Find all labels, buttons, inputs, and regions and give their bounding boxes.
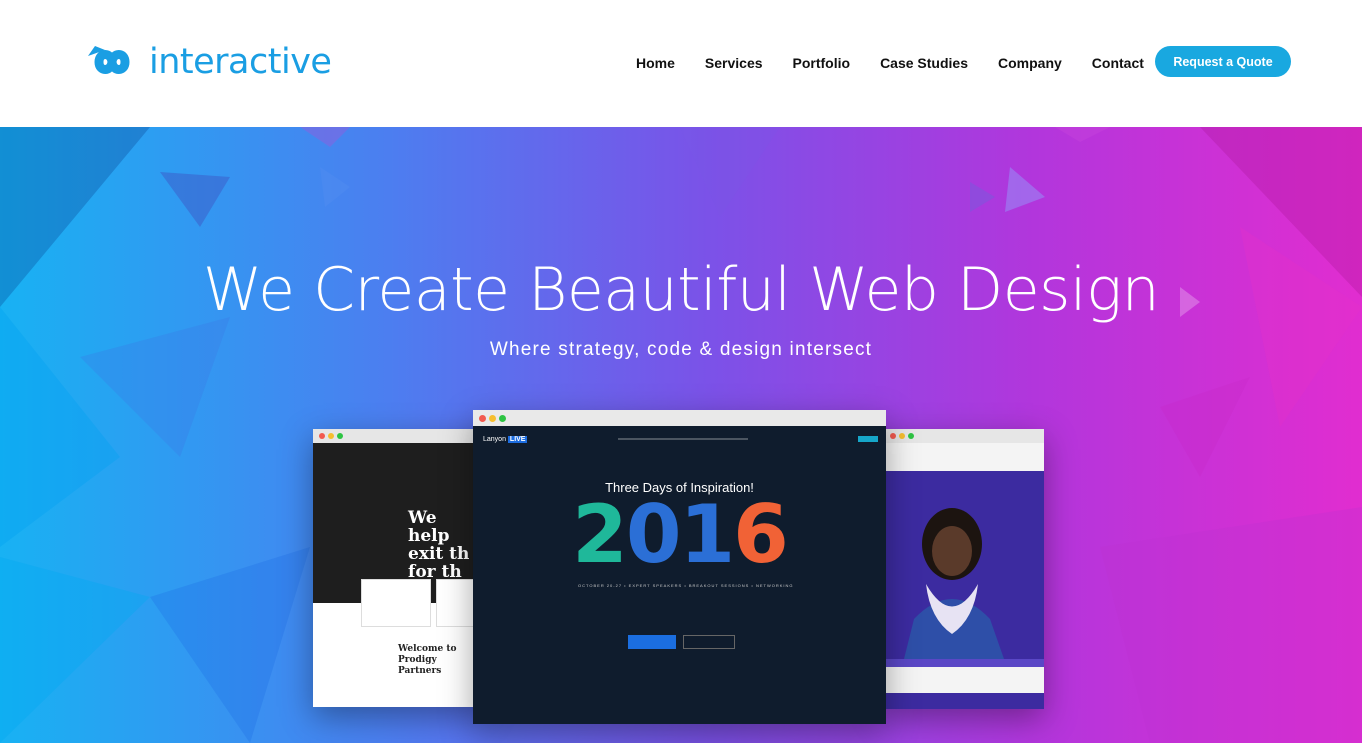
browser-bar	[884, 429, 1044, 443]
mockup-left-welcome: Welcome to Prodigy Partners	[398, 644, 457, 676]
year-digit: 6	[733, 488, 789, 581]
main-nav: Home Services Portfolio Case Studies Com…	[636, 55, 1174, 71]
brand-name: interactive	[149, 42, 332, 82]
browser-bar	[473, 410, 886, 426]
mockup-center-year: 2016	[473, 488, 886, 581]
mockup-right-strip	[884, 659, 1044, 667]
nav-contact[interactable]: Contact	[1092, 55, 1144, 71]
year-digit: 2	[572, 488, 628, 581]
hero-subtitle: Where strategy, code & design intersect	[489, 339, 873, 360]
request-quote-button[interactable]: Request a Quote	[1155, 46, 1291, 77]
mockup-register-button	[628, 635, 676, 649]
mockup-lanyon-live[interactable]: Lanyon LIVE Three Days of Inspiration! 2…	[473, 410, 886, 724]
mockup-center-logo-text: Lanyon	[483, 436, 506, 443]
mockup-card	[361, 579, 431, 627]
site-header: interactive Home Services Portfolio Case…	[0, 0, 1362, 127]
mockup-left-headline: We help exit th for th	[408, 508, 470, 582]
nav-company[interactable]: Company	[998, 55, 1062, 71]
nav-home[interactable]: Home	[636, 55, 675, 71]
browser-bar	[313, 429, 483, 443]
maximize-dot-icon	[908, 433, 914, 439]
hero-section: We Create Beautiful Web Design Where str…	[0, 127, 1362, 743]
mockup-right-footer	[884, 667, 1044, 693]
mockup-center-logo: Lanyon LIVE	[483, 436, 528, 443]
nav-services[interactable]: Services	[705, 55, 763, 71]
close-dot-icon	[479, 414, 486, 422]
maximize-dot-icon	[337, 433, 343, 439]
mockup-recap-button	[683, 635, 735, 649]
mockup-right-header	[884, 443, 1044, 471]
mockup-center-nav	[618, 438, 748, 440]
hero-title: We Create Beautiful Web Design	[202, 255, 1160, 325]
mockup-prodigy-partners[interactable]: We help exit th for th Welcome to Prodig…	[313, 429, 483, 707]
mockup-portfolio-portrait[interactable]	[884, 429, 1044, 709]
minimize-dot-icon	[899, 433, 905, 439]
portrait-image	[904, 508, 1004, 659]
infinity-logo-icon	[88, 46, 130, 74]
close-dot-icon	[890, 433, 896, 439]
mockup-center-cta	[858, 436, 878, 442]
nav-case-studies[interactable]: Case Studies	[880, 55, 968, 71]
minimize-dot-icon	[328, 433, 334, 439]
mockup-center-meta: OCTOBER 20-27 • EXPERT SPEAKERS • BREAKO…	[578, 583, 794, 588]
brand-logo[interactable]: interactive	[83, 40, 332, 84]
minimize-dot-icon	[489, 414, 496, 422]
close-dot-icon	[319, 433, 325, 439]
year-digit: 0	[625, 488, 682, 581]
maximize-dot-icon	[499, 414, 506, 422]
nav-portfolio[interactable]: Portfolio	[793, 55, 851, 71]
year-digit: 1	[679, 488, 736, 581]
mockup-center-logo-badge: LIVE	[507, 436, 528, 443]
